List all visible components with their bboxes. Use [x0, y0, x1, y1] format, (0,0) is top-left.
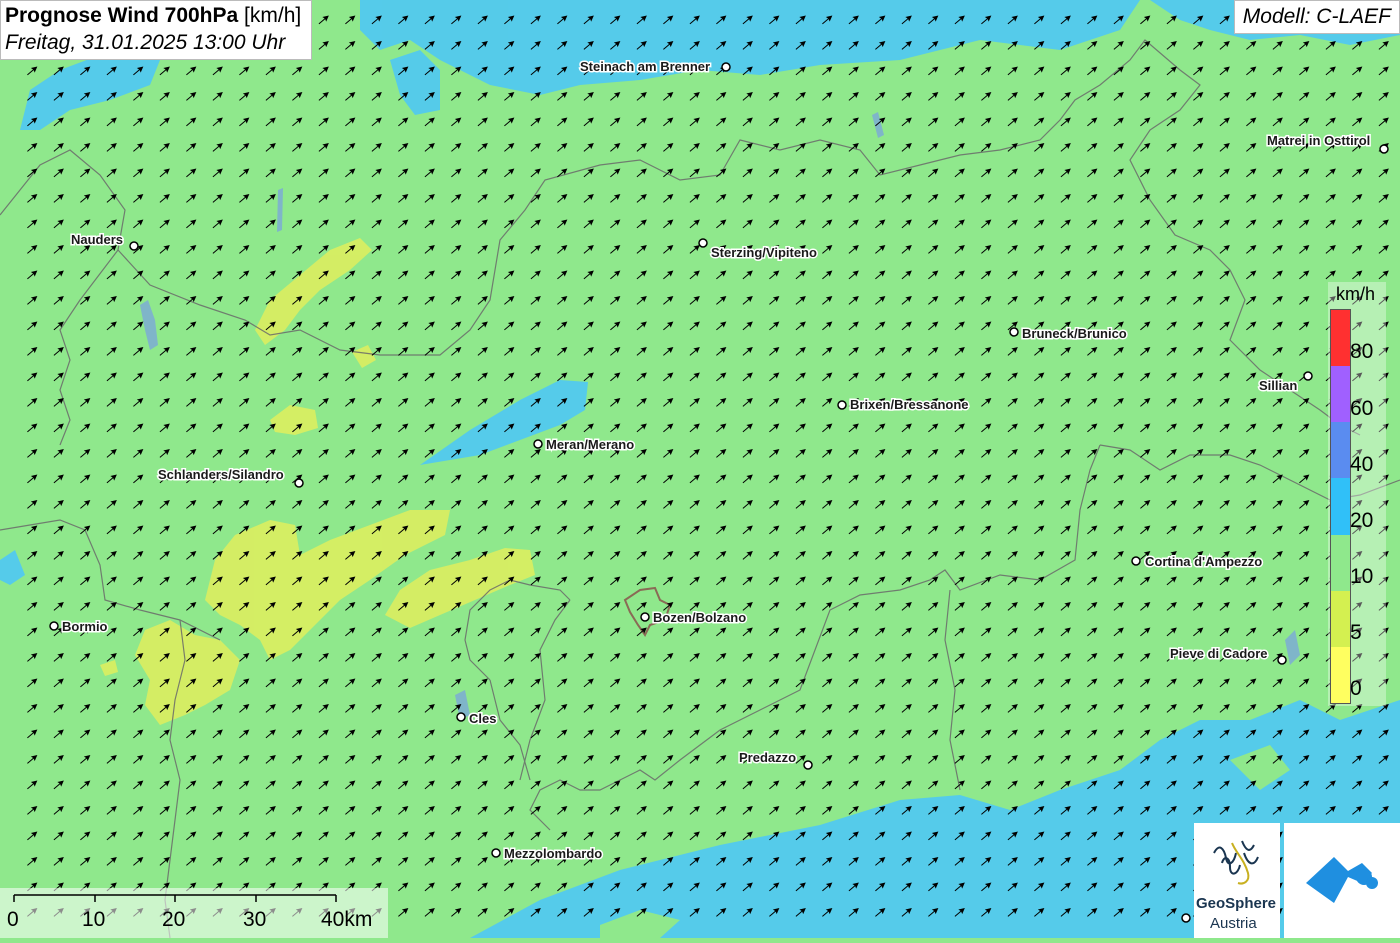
forecast-datetime: Freitag, 31.01.2025 13:00 Uhr	[5, 31, 286, 54]
city-bruneck[interactable]: Bruneck/Brunico	[1009, 325, 1128, 343]
legend-unit: km/h	[1336, 284, 1376, 304]
legend-label-0: 0	[1350, 677, 1362, 700]
geosphere-country: Austria	[1210, 915, 1257, 932]
svg-text:Cortina d'Ampezzo: Cortina d'Ampezzo	[1145, 554, 1262, 569]
svg-text:Bormio: Bormio	[62, 619, 108, 634]
svg-text:Steinach am Brenner: Steinach am Brenner	[580, 59, 710, 74]
title-box: Prognose Wind 700hPa [km/h] Freitag, 31.…	[0, 0, 313, 60]
city-mezzolombardo[interactable]: Mezzolombardo	[491, 845, 604, 863]
svg-text:Cles: Cles	[469, 711, 496, 726]
legend-swatch-60	[1331, 366, 1350, 423]
geosphere-logo[interactable]: GeoSphere Austria	[1194, 823, 1280, 938]
model-label: Modell: C-LAEF	[1233, 0, 1400, 34]
svg-text:Bozen/Bolzano: Bozen/Bolzano	[653, 610, 746, 625]
title-main: Prognose Wind 700hPa	[5, 4, 239, 27]
scale-label-0: 0	[7, 908, 19, 931]
legend-label-80: 80	[1350, 340, 1374, 363]
legend-label-60: 60	[1350, 397, 1374, 420]
legend-swatch-80	[1331, 310, 1350, 367]
scale-bar: 0 10 20 30 40km	[0, 888, 388, 938]
city-meran[interactable]: Meran/Merano	[533, 436, 636, 454]
svg-text:Sillian: Sillian	[1259, 378, 1297, 393]
svg-text:Meran/Merano: Meran/Merano	[546, 437, 634, 452]
weather-app-icon	[1306, 857, 1378, 903]
legend-swatch-5	[1331, 590, 1350, 647]
svg-text:Bruneck/Brunico: Bruneck/Brunico	[1022, 326, 1127, 341]
svg-text:Sterzing/Vipiteno: Sterzing/Vipiteno	[711, 245, 817, 260]
city-cortina[interactable]: Cortina d'Ampezzo	[1131, 553, 1264, 571]
geosphere-emblem-icon	[1213, 840, 1259, 885]
app-logo[interactable]	[1284, 823, 1400, 938]
scale-label-40km: 40km	[321, 908, 373, 931]
city-marker-unlabeled	[1181, 913, 1191, 923]
scale-label-10: 10	[82, 908, 106, 931]
legend-swatch-10	[1331, 534, 1350, 591]
legend-label-5: 5	[1350, 621, 1362, 644]
legend-colorbar	[1330, 309, 1351, 704]
scale-label-20: 20	[162, 908, 186, 931]
wind-map[interactable]: Steinach am Brenner Matrei in Osttirol N…	[0, 0, 1400, 938]
logos: GeoSphere Austria	[1194, 823, 1400, 938]
legend-label-20: 20	[1350, 509, 1374, 532]
legend-swatch-20	[1331, 478, 1350, 535]
geosphere-name: GeoSphere	[1196, 895, 1277, 912]
legend-label-10: 10	[1350, 565, 1374, 588]
svg-text:Brixen/Bressanone: Brixen/Bressanone	[850, 397, 969, 412]
svg-text:Pieve di Cadore: Pieve di Cadore	[1170, 646, 1268, 661]
title-unit: [km/h]	[244, 4, 302, 27]
scale-label-30: 30	[243, 908, 267, 931]
page-title: Prognose Wind 700hPa [km/h]	[5, 4, 301, 28]
legend-label-40: 40	[1350, 453, 1374, 476]
city-brixen[interactable]: Brixen/Bressanone	[837, 396, 970, 414]
svg-text:Nauders: Nauders	[71, 232, 123, 247]
svg-text:Matrei in Osttirol: Matrei in Osttirol	[1267, 133, 1370, 148]
city-steinach[interactable]: Steinach am Brenner	[579, 58, 731, 76]
svg-text:Mezzolombardo: Mezzolombardo	[504, 846, 602, 861]
legend-swatch-40	[1331, 422, 1350, 479]
city-bozen[interactable]: Bozen/Bolzano	[640, 609, 748, 627]
svg-text:Predazzo: Predazzo	[739, 750, 796, 765]
svg-text:Schlanders/Silandro: Schlanders/Silandro	[158, 467, 284, 482]
legend-swatch-0	[1331, 646, 1350, 703]
